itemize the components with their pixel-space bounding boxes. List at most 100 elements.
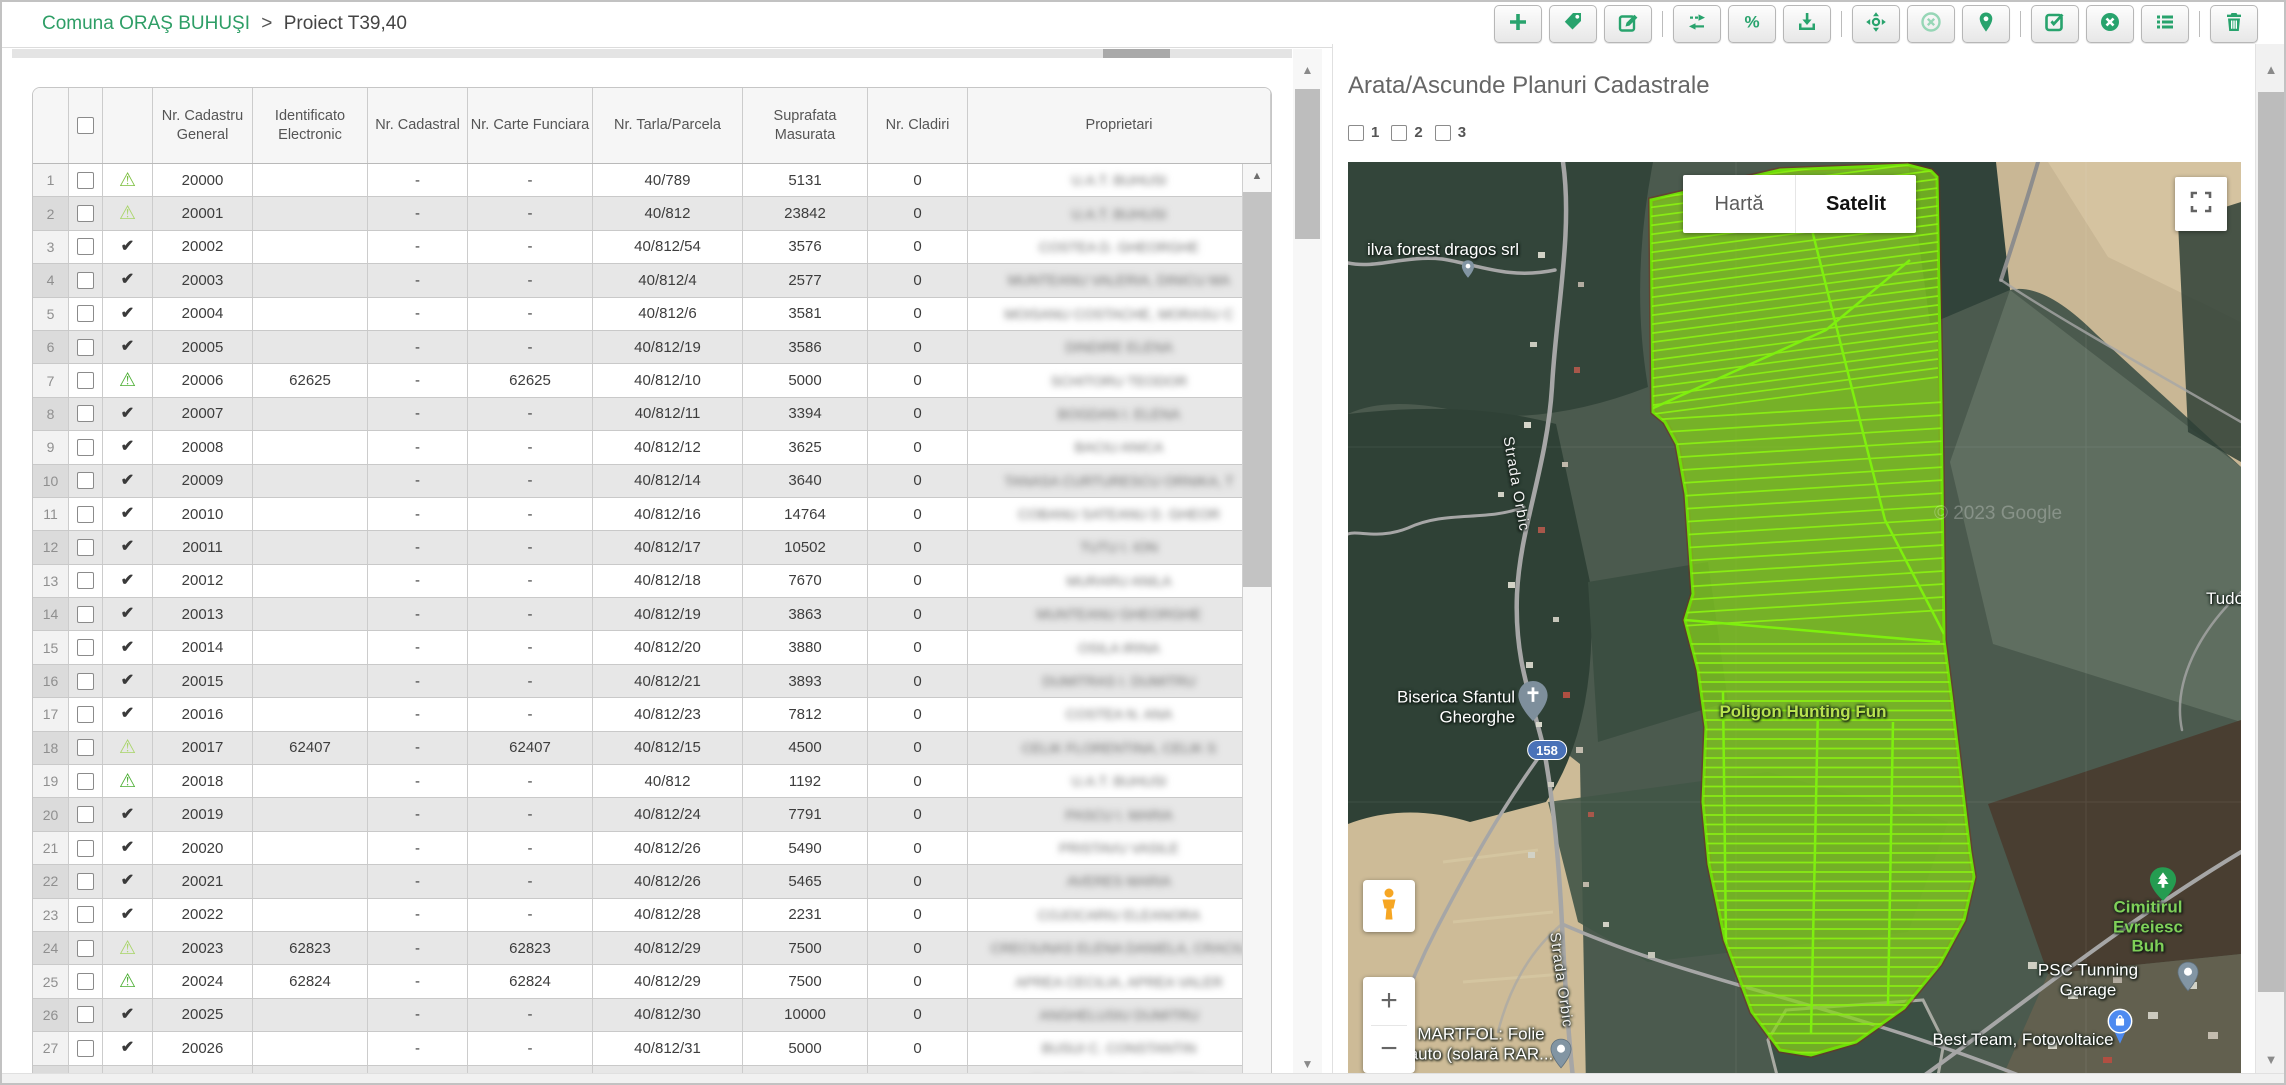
plan-checkbox-1[interactable] (1348, 125, 1364, 141)
tag-button[interactable] (1549, 5, 1597, 43)
row-checkbox[interactable] (77, 272, 94, 289)
scroll-down-icon[interactable]: ▼ (1293, 1057, 1322, 1071)
zoom-in-button[interactable]: + (1363, 977, 1415, 1025)
table-row[interactable]: 3✔20002--40/812/5435760COSTEA D. GHEORGH… (33, 231, 1271, 264)
row-checkbox[interactable] (77, 472, 94, 489)
row-checkbox[interactable] (77, 405, 94, 422)
table-row[interactable]: 26✔20025--40/812/30100000ANGHELUSIU DUMI… (33, 999, 1271, 1032)
row-checkbox[interactable] (77, 906, 94, 923)
table-row[interactable]: 11✔20010--40/812/16147640COBANU SATEANU … (33, 498, 1271, 531)
row-checkbox[interactable] (77, 673, 94, 690)
row-checkbox[interactable] (77, 305, 94, 322)
export-button[interactable] (1783, 5, 1831, 43)
suprafata-cell: 4500 (743, 732, 868, 764)
map-type-harta-button[interactable]: Hartă (1683, 175, 1796, 233)
row-checkbox[interactable] (77, 739, 94, 756)
delete-button[interactable] (2210, 5, 2258, 43)
row-checkbox[interactable] (77, 840, 94, 857)
row-checkbox[interactable] (77, 940, 94, 957)
table-horizontal-scrollbar-thumb[interactable] (1103, 49, 1170, 58)
table-row[interactable]: 25⚠2002462824-6282440/812/2975000APREA C… (33, 965, 1271, 998)
left-pane-scrollbar-thumb[interactable] (1295, 89, 1320, 239)
table-row[interactable]: 5✔20004--40/812/635810MOISANU COSTACHE, … (33, 298, 1271, 331)
bottom-horizontal-scrollbar[interactable] (2, 1073, 2284, 1083)
table-horizontal-scrollbar[interactable] (12, 49, 1292, 58)
table-row[interactable]: 1⚠20000--40/78951310U.A.T. BUHUSI (33, 164, 1271, 197)
table-row[interactable]: 13✔20012--40/812/1876700MURARU ANILA (33, 565, 1271, 598)
table-row[interactable]: 2⚠20001--40/812238420U.A.T. BUHUSI (33, 197, 1271, 230)
table-row[interactable]: 10✔20009--40/812/1436400TANASA CURTURESC… (33, 465, 1271, 498)
add-button[interactable] (1494, 5, 1542, 43)
remove-button[interactable] (2086, 5, 2134, 43)
row-checkbox[interactable] (77, 873, 94, 890)
table-row[interactable]: 24⚠2002362823-6282340/812/2975000CRECIUN… (33, 932, 1271, 965)
pegman-control[interactable] (1363, 880, 1415, 932)
table-row[interactable]: 14✔20013--40/812/1938630MUNTEANU GHEORGH… (33, 598, 1271, 631)
table-row[interactable]: 4✔20003--40/812/425770MUNTEANU VALERIA, … (33, 264, 1271, 297)
row-checkbox[interactable] (77, 706, 94, 723)
row-checkbox[interactable] (77, 639, 94, 656)
page-scrollbar-thumb[interactable] (2258, 92, 2284, 992)
transfer-button[interactable] (1673, 5, 1721, 43)
left-pane-scrollbar[interactable]: ▲ ▼ (1293, 49, 1322, 1079)
table-row[interactable]: 16✔20015--40/812/2138930DUMITRAS I. DUMI… (33, 665, 1271, 698)
table-row[interactable]: 8✔20007--40/812/1133940BOGDAN I. ELENA (33, 398, 1271, 431)
percent-button[interactable]: % (1728, 5, 1776, 43)
breadcrumb-commune-link[interactable]: Comuna ORAŞ BUHUŞI (42, 13, 250, 34)
table-row[interactable]: 12✔20011--40/812/17105020TUTU I. ION (33, 531, 1271, 564)
plan-checkbox-3[interactable] (1435, 125, 1451, 141)
row-checkbox[interactable] (77, 539, 94, 556)
plan-checkbox-2[interactable] (1391, 125, 1407, 141)
table-row[interactable]: 7⚠2000662625-6262540/812/1050000SCHITORU… (33, 364, 1271, 397)
map-panel: Arata/Ascunde Planuri Cadastrale 123 (1332, 44, 2255, 1079)
row-checkbox[interactable] (77, 773, 94, 790)
scroll-down-icon[interactable]: ▼ (2256, 1052, 2286, 1067)
fullscreen-button[interactable] (2175, 177, 2227, 231)
select-all-checkbox[interactable] (77, 117, 94, 134)
table-row[interactable]: 21✔20020--40/812/2654900PRISTAVU VASILE (33, 832, 1271, 865)
table-row[interactable]: 23✔20022--40/812/2822310COJOCARIU ELEANO… (33, 899, 1271, 932)
table-row[interactable]: 17✔20016--40/812/2378120COSTEA N. ANA (33, 698, 1271, 731)
row-checkbox[interactable] (77, 1040, 94, 1057)
table-row[interactable]: 6✔20005--40/812/1935860DINDIRE ELENA (33, 331, 1271, 364)
zoom-out-button[interactable]: − (1363, 1026, 1415, 1074)
row-checkbox[interactable] (77, 439, 94, 456)
table-row[interactable]: 15✔20014--40/812/2038800OSILA IRINA (33, 631, 1271, 664)
identificator-cell (253, 598, 368, 630)
table-row[interactable]: 18⚠2001762407-6240740/812/1545000CELIK F… (33, 732, 1271, 765)
scroll-up-icon[interactable]: ▲ (2256, 62, 2286, 77)
center-map-button[interactable] (1852, 5, 1900, 43)
scroll-up-icon[interactable]: ▲ (1293, 63, 1322, 77)
row-checkbox[interactable] (77, 372, 94, 389)
clear-selection-button[interactable] (1907, 5, 1955, 43)
table-row[interactable]: 9✔20008--40/812/1236250BACIU ANICA (33, 431, 1271, 464)
scroll-up-icon[interactable]: ▲ (1243, 164, 1271, 188)
warning-icon: ⚠ (119, 738, 136, 757)
carte-funciara-cell: - (468, 865, 593, 897)
row-checkbox[interactable] (77, 339, 94, 356)
tarla-parcela-cell: 40/812/16 (593, 498, 743, 530)
table-row[interactable]: 20✔20019--40/812/2477910PASCU I. MARIA (33, 798, 1271, 831)
suprafata-cell: 5000 (743, 364, 868, 396)
marker-button[interactable] (1962, 5, 2010, 43)
table-row[interactable]: 19⚠20018--40/81211920U.A.T. BUHUSI (33, 765, 1271, 798)
row-checkbox[interactable] (77, 973, 94, 990)
table-vertical-scrollbar[interactable]: ▲ (1242, 164, 1271, 1085)
row-checkbox[interactable] (77, 572, 94, 589)
page-scrollbar[interactable]: ▲ ▼ (2255, 44, 2286, 1079)
edit-button[interactable] (1604, 5, 1652, 43)
map-canvas[interactable]: ilva forest dragos srlStrada OrbicBiseri… (1348, 162, 2241, 1079)
row-checkbox[interactable] (77, 1006, 94, 1023)
validate-button[interactable] (2031, 5, 2079, 43)
row-checkbox[interactable] (77, 238, 94, 255)
list-view-button[interactable] (2141, 5, 2189, 43)
row-checkbox[interactable] (77, 506, 94, 523)
table-row[interactable]: 22✔20021--40/812/2654650AVERES MARIA (33, 865, 1271, 898)
table-vertical-scrollbar-thumb[interactable] (1243, 192, 1271, 587)
row-checkbox[interactable] (77, 172, 94, 189)
table-row[interactable]: 27✔20026--40/812/3150000BUSUI C. CONSTAN… (33, 1032, 1271, 1065)
row-checkbox[interactable] (77, 606, 94, 623)
row-checkbox[interactable] (77, 806, 94, 823)
row-checkbox[interactable] (77, 205, 94, 222)
map-type-satelit-button[interactable]: Satelit (1796, 175, 1916, 233)
